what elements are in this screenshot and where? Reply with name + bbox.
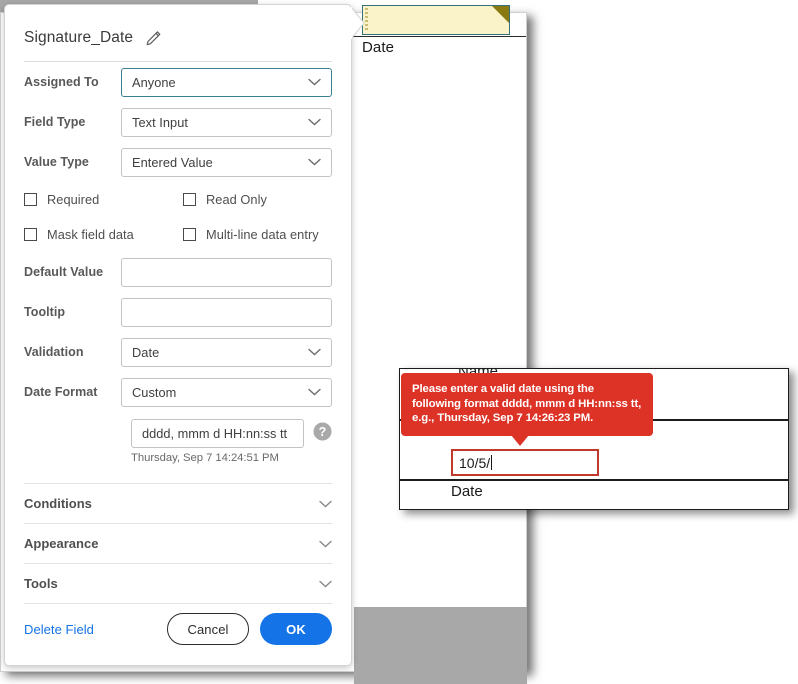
row-value-type: Value Type Entered Value xyxy=(24,142,332,182)
select-assigned-to-value: Anyone xyxy=(132,74,176,90)
select-validation-value: Date xyxy=(132,344,160,360)
checkbox-multi-line-label: Multi-line data entry xyxy=(206,227,319,242)
tooltip-arrow-icon xyxy=(511,434,529,446)
input-custom-format[interactable]: dddd, mmm d HH:nn:ss tt xyxy=(131,419,304,448)
select-field-type-value: Text Input xyxy=(132,114,188,130)
checkbox-multi-line[interactable]: Multi-line data entry xyxy=(183,227,319,242)
accordion-tools-label: Tools xyxy=(24,576,58,591)
chevron-down-icon xyxy=(319,540,332,547)
chevron-down-icon xyxy=(308,78,321,86)
label-default-value: Default Value xyxy=(24,265,104,279)
checkbox-box-icon xyxy=(24,228,37,241)
checkbox-box-icon xyxy=(24,193,37,206)
chevron-down-icon xyxy=(308,118,321,126)
checkbox-read-only[interactable]: Read Only xyxy=(183,192,267,207)
select-validation[interactable]: Date xyxy=(121,337,332,367)
select-field-type[interactable]: Text Input xyxy=(121,107,332,137)
preview-rule-bottom xyxy=(400,479,788,481)
preview-date-input[interactable]: 10/5/ xyxy=(451,449,599,476)
chevron-down-icon xyxy=(308,158,321,166)
preview-date-input-value: 10/5/ xyxy=(459,454,491,471)
chevron-down-icon xyxy=(319,580,332,587)
chevron-down-icon xyxy=(308,388,321,396)
accordion-conditions-label: Conditions xyxy=(24,496,92,511)
row-default-value: Default Value xyxy=(24,252,332,292)
page-gray-area xyxy=(354,607,527,684)
label-assigned-to: Assigned To xyxy=(24,75,99,89)
document-date-field-group: Date xyxy=(362,5,510,56)
svg-text:?: ? xyxy=(319,425,327,439)
checkbox-box-icon xyxy=(183,193,196,206)
select-date-format[interactable]: Custom xyxy=(121,377,332,407)
select-date-format-value: Custom xyxy=(132,384,177,400)
checkbox-read-only-label: Read Only xyxy=(206,192,267,207)
input-tooltip[interactable] xyxy=(121,297,332,327)
ok-button[interactable]: OK xyxy=(260,613,332,645)
checkbox-required-label: Required xyxy=(47,192,100,207)
custom-format-preview: Thursday, Sep 7 14:24:51 PM xyxy=(131,452,279,464)
accordion-group: Conditions Appearance Tools xyxy=(24,483,332,604)
accordion-appearance[interactable]: Appearance xyxy=(24,524,332,564)
screen-root: Date Signature_Date Assigned To Anyone F… xyxy=(0,0,798,684)
document-date-field-label: Date xyxy=(362,39,395,56)
cancel-button[interactable]: Cancel xyxy=(167,613,249,645)
select-value-type-value: Entered Value xyxy=(132,154,213,170)
row-field-type: Field Type Text Input xyxy=(24,102,332,142)
label-value-type: Value Type xyxy=(24,155,89,169)
dialog-footer: Delete Field Cancel OK xyxy=(24,613,332,645)
checkbox-row-2: Mask field data Multi-line data entry xyxy=(24,217,332,252)
row-assigned-to: Assigned To Anyone xyxy=(24,62,332,102)
field-left-marker xyxy=(365,8,368,32)
label-field-type: Field Type xyxy=(24,115,86,129)
field-name-title: Signature_Date xyxy=(24,29,134,46)
preview-date-label: Date xyxy=(451,483,483,500)
accordion-conditions[interactable]: Conditions xyxy=(24,483,332,524)
comment-corner-triangle-icon xyxy=(492,6,509,23)
row-custom-format: dddd, mmm d HH:nn:ss tt ? xyxy=(131,419,332,448)
select-assigned-to[interactable]: Anyone xyxy=(121,67,332,97)
help-circle-icon[interactable]: ? xyxy=(313,422,332,446)
select-value-type[interactable]: Entered Value xyxy=(121,147,332,177)
validation-error-message: Please enter a valid date using the foll… xyxy=(412,383,642,425)
text-caret xyxy=(491,455,493,470)
delete-field-link[interactable]: Delete Field xyxy=(24,622,167,637)
label-validation: Validation xyxy=(24,345,84,359)
document-date-field[interactable] xyxy=(362,5,510,35)
chevron-down-icon xyxy=(308,348,321,356)
field-properties-dialog: Signature_Date Assigned To Anyone Field … xyxy=(4,4,352,666)
accordion-tools[interactable]: Tools xyxy=(24,564,332,604)
label-date-format: Date Format xyxy=(24,385,98,399)
dialog-callout-pointer xyxy=(351,6,365,40)
checkbox-box-icon xyxy=(183,228,196,241)
row-tooltip: Tooltip xyxy=(24,292,332,332)
label-tooltip: Tooltip xyxy=(24,305,66,319)
dialog-header: Signature_Date xyxy=(24,5,332,61)
checkbox-mask-field-data[interactable]: Mask field data xyxy=(24,227,183,242)
accordion-appearance-label: Appearance xyxy=(24,536,99,551)
input-default-value[interactable] xyxy=(121,257,332,287)
document-rule xyxy=(353,36,526,37)
chevron-down-icon xyxy=(319,500,332,507)
checkbox-row-1: Required Read Only xyxy=(24,182,332,217)
validation-error-tooltip: Please enter a valid date using the foll… xyxy=(401,373,653,446)
row-validation: Validation Date xyxy=(24,332,332,372)
checkbox-required[interactable]: Required xyxy=(24,192,183,207)
row-date-format: Date Format Custom xyxy=(24,372,332,412)
checkbox-mask-field-data-label: Mask field data xyxy=(47,227,134,242)
pencil-icon[interactable] xyxy=(145,30,162,47)
